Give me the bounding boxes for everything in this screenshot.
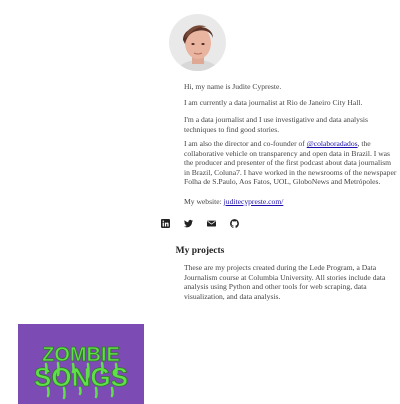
linkedin-icon xyxy=(161,219,170,228)
projects-description: These are my projects created during the… xyxy=(184,263,386,301)
profile-avatar xyxy=(169,14,226,71)
github-icon xyxy=(230,219,239,228)
social-links xyxy=(0,219,400,228)
twitter-link[interactable] xyxy=(184,219,193,228)
current-role-text: I am currently a data journalist at Rio … xyxy=(184,98,363,107)
twitter-icon xyxy=(184,219,193,228)
linkedin-link[interactable] xyxy=(161,219,170,228)
avatar-portrait-image xyxy=(169,14,226,71)
website-link[interactable]: juditecypreste.com/ xyxy=(224,197,284,206)
approach-text: I'm a data journalist and I use investig… xyxy=(184,115,368,134)
website-text: My website: juditecypreste.com/ xyxy=(184,197,398,207)
github-link[interactable] xyxy=(230,219,239,228)
colaboradados-link[interactable]: @colaboradados xyxy=(307,139,358,148)
bio-text-start: I am also the director and co-founder of xyxy=(184,139,307,148)
website-label: My website: xyxy=(184,197,224,206)
project-card-zombie-songs[interactable]: ZOMBIE SONGS xyxy=(18,324,144,404)
email-link[interactable] xyxy=(207,219,216,228)
zombie-songs-thumbnail: ZOMBIE SONGS xyxy=(18,324,144,404)
email-icon xyxy=(207,220,216,227)
greeting-text: Hi, my name is Judite Cypreste. xyxy=(184,82,282,91)
bio-text: I am also the director and co-founder of… xyxy=(184,139,398,187)
projects-heading: My projects xyxy=(175,246,225,256)
